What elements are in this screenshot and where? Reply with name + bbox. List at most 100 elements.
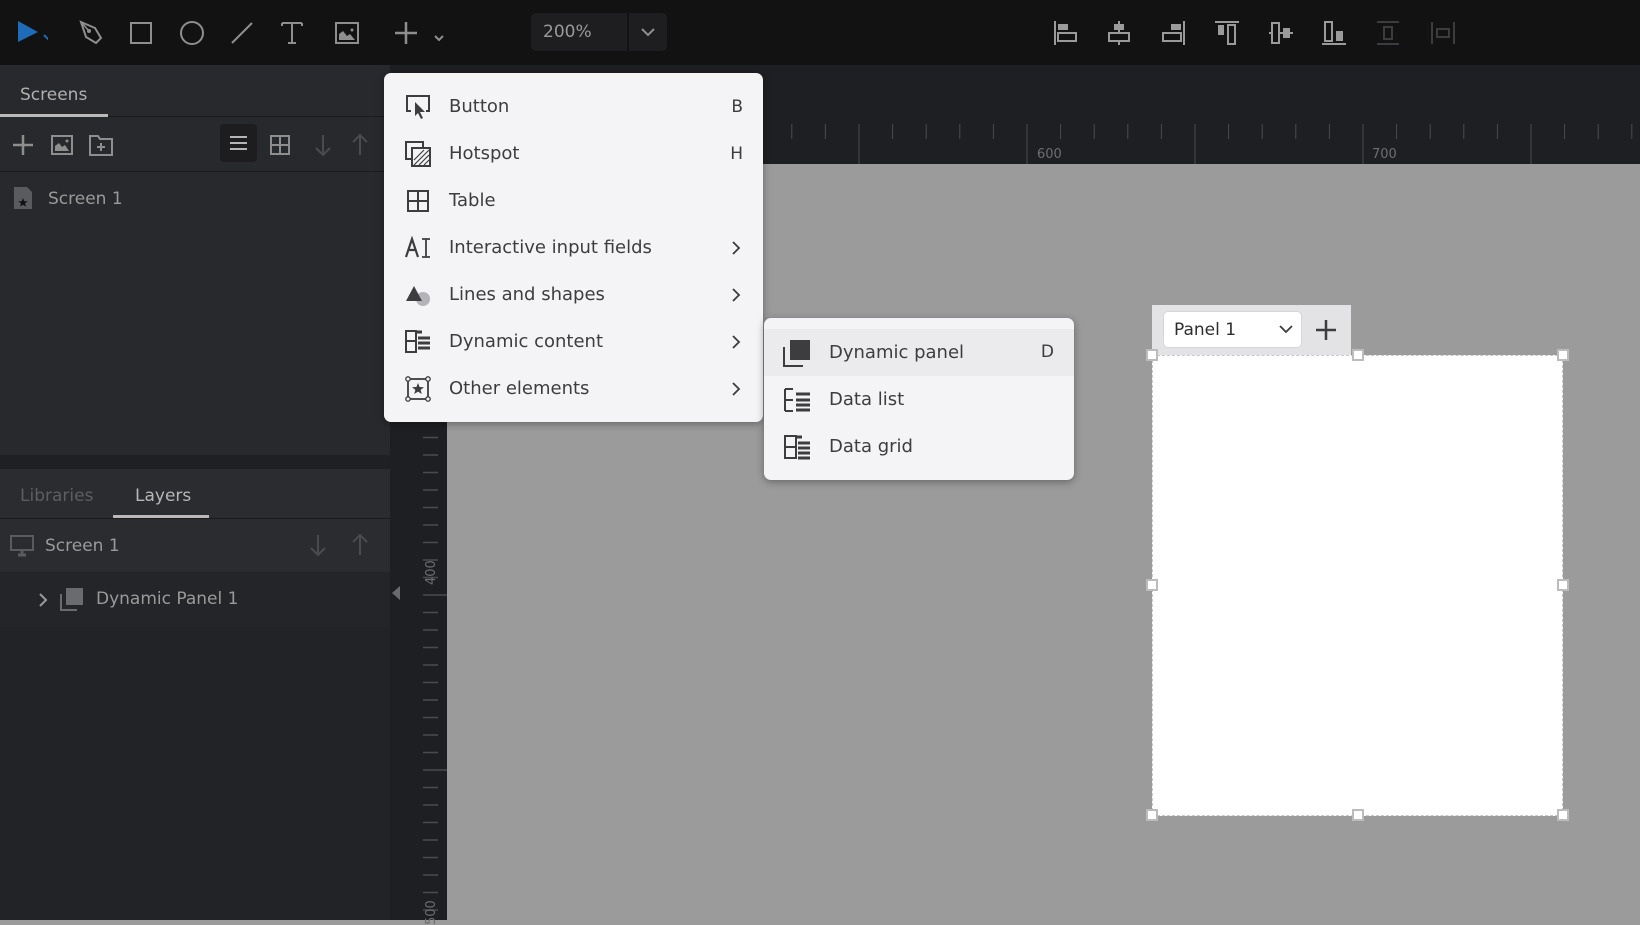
distribute-vertical-button[interactable] bbox=[1371, 16, 1405, 50]
collapse-panel-icon[interactable] bbox=[390, 585, 402, 601]
dynamic-panel-element[interactable] bbox=[1152, 355, 1563, 816]
dynamic-panel-icon bbox=[60, 588, 83, 611]
resize-handle-left[interactable] bbox=[1146, 579, 1158, 591]
menu-item-label: Hotspot bbox=[449, 143, 520, 164]
resize-handle-bottom-left[interactable] bbox=[1146, 809, 1158, 821]
pen-tool-button[interactable] bbox=[74, 16, 108, 50]
add-folder-button[interactable] bbox=[86, 130, 116, 160]
line-icon bbox=[231, 22, 253, 44]
align-right-button[interactable] bbox=[1156, 16, 1190, 50]
align-left-icon bbox=[1054, 21, 1077, 45]
align-top-icon bbox=[1215, 21, 1239, 45]
panel-state-value: Panel 1 bbox=[1174, 320, 1237, 340]
align-middle-vertical-icon bbox=[1269, 22, 1293, 44]
resize-handle-bottom[interactable] bbox=[1352, 809, 1364, 821]
list-view-button[interactable] bbox=[220, 124, 257, 162]
submenu-item-dynamic-panel[interactable]: Dynamic panel D bbox=[764, 329, 1074, 376]
plus-icon bbox=[395, 22, 444, 44]
hotspot-icon bbox=[404, 140, 432, 168]
add-screen-button[interactable] bbox=[8, 130, 38, 160]
panel-divider[interactable] bbox=[0, 455, 390, 469]
align-middle-button[interactable] bbox=[1264, 16, 1298, 50]
tab-screens[interactable]: Screens bbox=[20, 85, 87, 105]
submenu-item-data-grid[interactable]: Data grid bbox=[764, 423, 1074, 470]
zoom-dropdown-button[interactable] bbox=[629, 13, 667, 51]
resize-handle-top[interactable] bbox=[1352, 349, 1364, 361]
shapes-icon bbox=[404, 281, 432, 309]
submenu-item-label: Dynamic panel bbox=[829, 342, 965, 363]
shortcut-key: H bbox=[730, 143, 743, 164]
pen-nib-icon bbox=[79, 20, 103, 45]
tab-layers[interactable]: Layers bbox=[135, 486, 191, 506]
ellipse-tool-button[interactable] bbox=[175, 16, 209, 50]
move-down-icon bbox=[315, 135, 331, 157]
chevron-down-icon bbox=[641, 28, 655, 37]
input-field-icon bbox=[404, 234, 432, 262]
panel-state-select[interactable]: Panel 1 bbox=[1163, 311, 1302, 348]
menu-item-dynamic-content[interactable]: Dynamic content bbox=[384, 318, 763, 365]
rectangle-icon bbox=[130, 22, 152, 44]
tab-libraries[interactable]: Libraries bbox=[20, 486, 93, 506]
layer-root-label: Screen 1 bbox=[45, 536, 120, 556]
list-view-icon bbox=[230, 136, 247, 150]
chevron-right-icon bbox=[732, 240, 741, 255]
distribute-horizontal-icon bbox=[1431, 22, 1455, 44]
dynamic-panel-icon bbox=[782, 338, 812, 368]
align-left-button[interactable] bbox=[1049, 16, 1083, 50]
resize-handle-bottom-right[interactable] bbox=[1557, 809, 1569, 821]
line-tool-button[interactable] bbox=[225, 16, 259, 50]
resize-handle-right[interactable] bbox=[1557, 579, 1569, 591]
image-tool-button[interactable] bbox=[330, 16, 364, 50]
add-panel-state-button[interactable] bbox=[1310, 315, 1342, 345]
zoom-value: 200% bbox=[543, 22, 592, 42]
chevron-right-icon bbox=[732, 287, 741, 302]
align-top-button[interactable] bbox=[1210, 16, 1244, 50]
move-layer-up-button[interactable] bbox=[350, 533, 370, 557]
add-image-screen-icon bbox=[51, 135, 73, 155]
dynamic-content-submenu: Dynamic panel D Data list Data grid bbox=[764, 318, 1074, 480]
menu-item-label: Other elements bbox=[449, 378, 590, 399]
table-icon bbox=[404, 187, 432, 215]
menu-item-label: Button bbox=[449, 96, 510, 117]
menu-item-button[interactable]: Button B bbox=[384, 83, 763, 130]
align-bottom-button[interactable] bbox=[1317, 16, 1351, 50]
menu-item-label: Interactive input fields bbox=[449, 237, 652, 258]
menu-item-lines-and-shapes[interactable]: Lines and shapes bbox=[384, 271, 763, 318]
menu-item-other-elements[interactable]: Other elements bbox=[384, 365, 763, 412]
menu-item-interactive-input-fields[interactable]: Interactive input fields bbox=[384, 224, 763, 271]
menu-item-table[interactable]: Table bbox=[384, 177, 763, 224]
grid-view-button[interactable] bbox=[265, 130, 295, 160]
resize-handle-top-left[interactable] bbox=[1146, 349, 1158, 361]
other-elements-icon bbox=[404, 375, 432, 403]
insert-menu: Button B Hotspot H Table Interactive inp… bbox=[384, 73, 763, 422]
menu-item-hotspot[interactable]: Hotspot H bbox=[384, 130, 763, 177]
move-up-icon bbox=[352, 533, 368, 555]
layers-tab-indicator bbox=[113, 515, 209, 518]
insert-tool-button[interactable] bbox=[390, 16, 450, 50]
distribute-horizontal-button[interactable] bbox=[1426, 16, 1460, 50]
grid-view-icon bbox=[270, 135, 290, 155]
screen-item-label: Screen 1 bbox=[48, 189, 123, 209]
rectangle-tool-button[interactable] bbox=[124, 16, 158, 50]
data-list-icon bbox=[782, 385, 812, 415]
circle-icon bbox=[180, 21, 204, 45]
move-down-icon bbox=[310, 535, 326, 557]
plus-icon bbox=[1316, 320, 1336, 340]
move-layer-down-button[interactable] bbox=[308, 533, 328, 557]
resize-handle-top-right[interactable] bbox=[1557, 349, 1569, 361]
add-folder-icon bbox=[89, 135, 113, 156]
monitor-icon bbox=[10, 535, 34, 557]
chevron-down-icon bbox=[1279, 325, 1293, 334]
align-center-button[interactable] bbox=[1102, 16, 1136, 50]
pointer-arrow-icon bbox=[18, 21, 48, 42]
submenu-item-data-list[interactable]: Data list bbox=[764, 376, 1074, 423]
move-screen-down-button[interactable] bbox=[308, 130, 338, 160]
layer-item-label: Dynamic Panel 1 bbox=[96, 589, 239, 609]
add-image-screen-button[interactable] bbox=[47, 130, 77, 160]
move-screen-up-button[interactable] bbox=[345, 130, 375, 160]
image-icon bbox=[335, 22, 359, 44]
text-tool-button[interactable] bbox=[275, 16, 309, 50]
chevron-right-icon[interactable] bbox=[38, 592, 48, 608]
select-tool-button[interactable] bbox=[14, 16, 48, 50]
zoom-select[interactable]: 200% bbox=[531, 13, 667, 51]
